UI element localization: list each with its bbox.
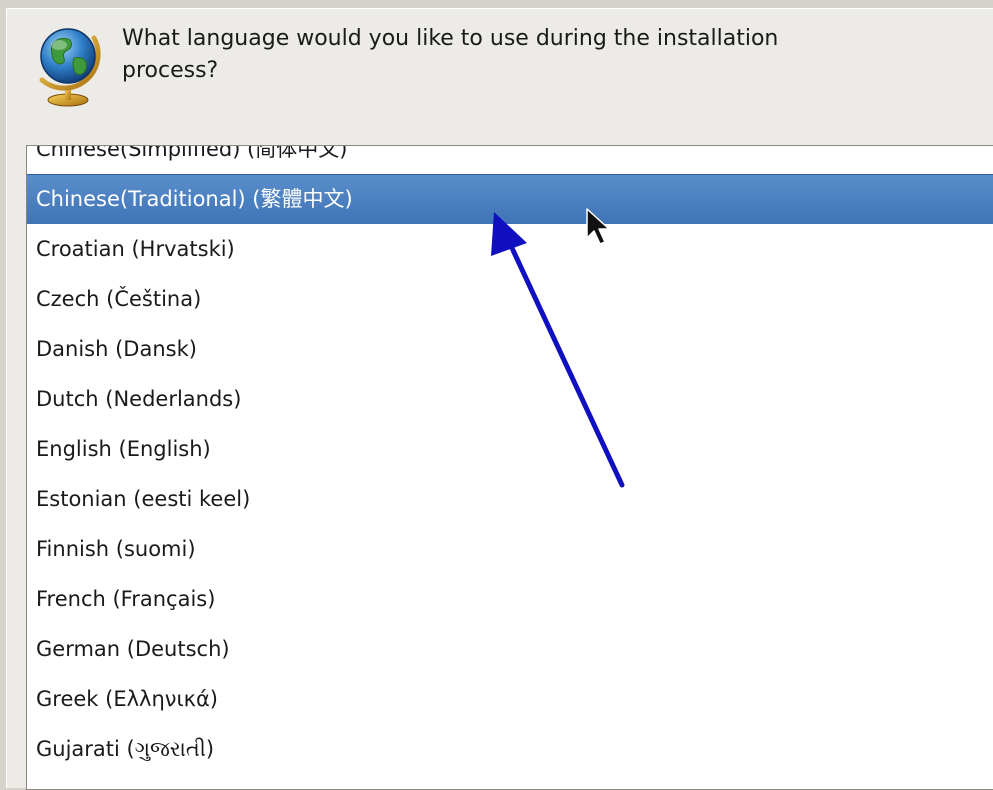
language-option[interactable]: French (Français): [27, 574, 993, 624]
language-option[interactable]: Chinese(Simplified) (简体中文): [27, 146, 993, 174]
language-list[interactable]: Chinese(Simplified) (简体中文) Chinese(Tradit…: [26, 145, 993, 790]
language-option[interactable]: Czech (Čeština): [27, 274, 993, 324]
language-option[interactable]: German (Deutsch): [27, 624, 993, 674]
language-option[interactable]: Gujarati (ગુજરાતી): [27, 724, 993, 774]
language-option[interactable]: Dutch (Nederlands): [27, 374, 993, 424]
language-option[interactable]: Greek (Ελληνικά): [27, 674, 993, 724]
language-option[interactable]: Croatian (Hrvatski): [27, 224, 993, 274]
language-list-items: Chinese(Simplified) (简体中文) Chinese(Tradit…: [27, 146, 993, 774]
language-option[interactable]: Estonian (eesti keel): [27, 474, 993, 524]
language-option[interactable]: Finnish (suomi): [27, 524, 993, 574]
language-question: What language would you like to use duri…: [122, 26, 779, 83]
language-option[interactable]: Danish (Dansk): [27, 324, 993, 374]
language-option[interactable]: Chinese(Traditional) (繁體中文): [27, 174, 993, 224]
language-option[interactable]: English (English): [27, 424, 993, 474]
installer-panel: What language would you like to use duri…: [6, 8, 993, 790]
globe-icon: [39, 28, 101, 107]
